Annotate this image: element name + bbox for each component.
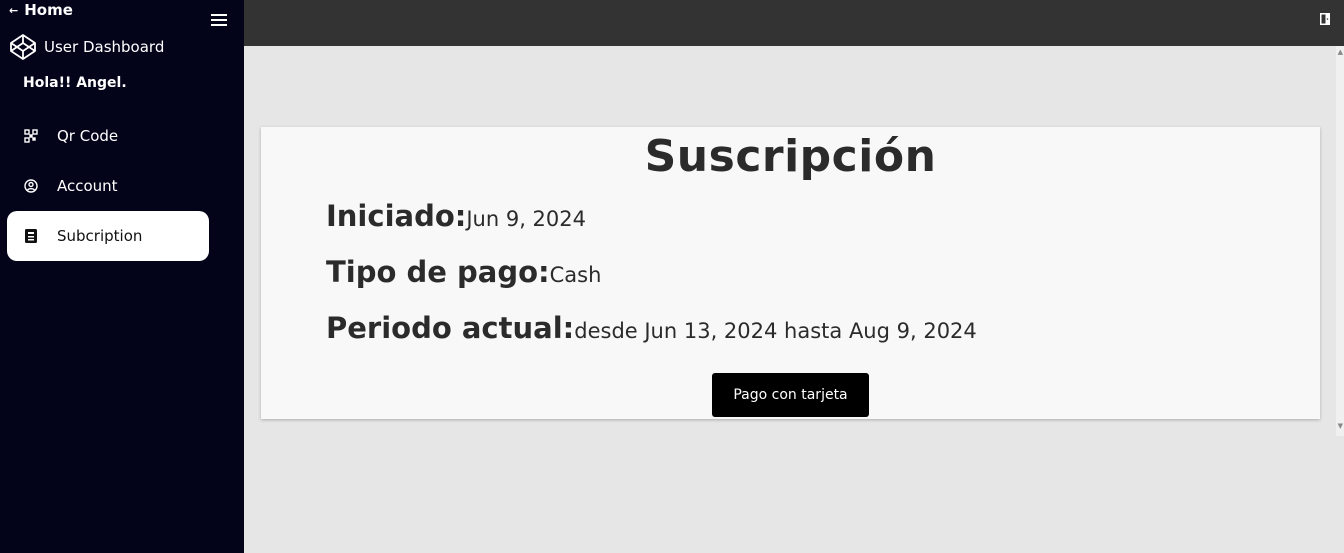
current-period-value: desde Jun 13, 2024 hasta Aug 9, 2024 <box>574 319 977 343</box>
scroll-down-arrow-icon[interactable]: ▼ <box>1338 422 1343 430</box>
subscription-card: Suscripción Iniciado: Jun 9, 2024 Tipo d… <box>261 127 1320 419</box>
sidebar-item-label: Qr Code <box>57 127 119 145</box>
page-title: Suscripción <box>644 131 937 182</box>
sidebar-item-label: Subcription <box>57 227 143 245</box>
sidebar: ← Home User Dashboard Hola!! Angel. Qr C… <box>0 0 244 553</box>
sidebar-item-label: Account <box>57 177 118 195</box>
home-link[interactable]: ← Home <box>9 1 73 19</box>
started-label: Iniciado: <box>326 199 467 233</box>
pay-with-card-button[interactable]: Pago con tarjeta <box>712 373 869 417</box>
sidebar-item-subscription[interactable]: Subcription <box>7 211 209 261</box>
payment-type-label: Tipo de pago: <box>326 255 550 289</box>
logout-door-icon[interactable] <box>1320 10 1330 25</box>
started-row: Iniciado: Jun 9, 2024 <box>326 199 586 233</box>
sidebar-item-account[interactable]: Account <box>7 161 209 211</box>
top-bar <box>244 0 1344 46</box>
scrollbar[interactable] <box>1336 46 1344 436</box>
payment-type-row: Tipo de pago: Cash <box>326 255 601 289</box>
codepen-logo-icon <box>10 34 36 60</box>
id-card-icon <box>24 229 38 243</box>
sidebar-item-qr-code[interactable]: Qr Code <box>7 111 209 161</box>
qr-code-icon <box>24 129 38 143</box>
payment-type-value: Cash <box>549 263 602 287</box>
current-period-row: Periodo actual: desde Jun 13, 2024 hasta… <box>326 311 977 345</box>
menu-toggle-button[interactable] <box>211 14 227 28</box>
home-label: Home <box>24 1 73 19</box>
arrow-left-icon: ← <box>9 3 19 17</box>
started-value: Jun 9, 2024 <box>466 207 587 231</box>
current-period-label: Periodo actual: <box>326 311 575 345</box>
greeting: Hola!! Angel. <box>23 75 127 91</box>
hamburger-icon <box>211 14 227 16</box>
scroll-up-arrow-icon[interactable]: ▲ <box>1338 48 1343 56</box>
brand-label: User Dashboard <box>44 38 165 56</box>
user-circle-icon <box>24 179 38 193</box>
brand[interactable]: User Dashboard <box>9 33 164 61</box>
